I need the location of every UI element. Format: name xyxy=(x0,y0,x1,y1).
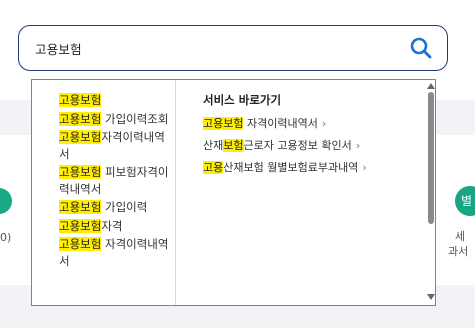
chevron-right-icon: › xyxy=(355,139,361,152)
service-shortcuts: 서비스 바로가기 고용보험 자격이력내역서 › 산재보험근로자 고용정보 확인서 ›… xyxy=(203,92,418,182)
service-icon-text: 별 xyxy=(461,194,473,208)
suggestion-highlight: 고용보험 xyxy=(59,237,102,251)
suggestion-highlight: 고용보험 xyxy=(59,93,102,107)
dropdown-scrollbar[interactable] xyxy=(426,80,435,305)
search-button[interactable] xyxy=(408,35,434,61)
service-label-right-2: 과서 xyxy=(448,245,469,258)
search-input-value[interactable]: 고용보험 xyxy=(35,39,82,58)
service-link-highlight: 보험 xyxy=(223,139,244,152)
service-link-prefix: 산재 xyxy=(203,139,224,152)
suggestion-item[interactable]: 고용보험 xyxy=(59,92,175,109)
service-shortcuts-title: 서비스 바로가기 xyxy=(203,93,282,107)
suggestion-text: 자격 xyxy=(101,218,123,233)
suggestion-list: 고용보험 고용보험 가입이력조회 고용보험자격이력내역서 고용보험 피보험자격이… xyxy=(32,80,176,305)
service-link-text: 자격이력내역서 xyxy=(243,117,318,130)
suggestion-item[interactable]: 고용보험 자격이력내역서 xyxy=(59,236,175,269)
chevron-right-icon: › xyxy=(362,161,367,174)
service-label-right-1: 세 xyxy=(455,230,466,243)
suggestion-item[interactable]: 고용보험 가입이력 xyxy=(59,199,175,216)
search-input[interactable]: 고용보험 xyxy=(18,25,448,71)
service-link-highlight: 고용보험 xyxy=(203,117,244,130)
suggestion-highlight: 고용보험 xyxy=(59,200,102,214)
chevron-right-icon: › xyxy=(321,117,327,130)
suggestion-highlight: 고용보험 xyxy=(59,218,102,233)
suggestion-highlight: 고용보험 xyxy=(59,111,102,126)
suggestion-text: 가입이력조회 xyxy=(101,111,169,126)
search-icon xyxy=(410,37,432,59)
service-link[interactable]: 산재보험근로자 고용정보 확인서 › xyxy=(203,138,418,153)
suggestion-item[interactable]: 고용보험자격이력내역서 xyxy=(59,129,175,162)
suggestion-item[interactable]: 고용보험 피보험자격이력내역서 xyxy=(59,164,175,197)
scroll-down-arrow-icon[interactable] xyxy=(427,293,435,301)
service-link[interactable]: 고용보험 자격이력내역서 › xyxy=(203,116,418,131)
suggestion-item[interactable]: 고용보험 가입이력조회 xyxy=(59,111,175,128)
scrollbar-thumb[interactable] xyxy=(428,92,434,224)
service-link-highlight: 고용 xyxy=(203,161,224,174)
suggestion-item[interactable]: 고용보험자격 xyxy=(59,218,175,235)
scroll-up-arrow-icon[interactable] xyxy=(427,82,435,90)
service-link-text: 산재보험 월별보험료부과내역 xyxy=(223,161,359,174)
service-link[interactable]: 고용산재보험 월별보험료부과내역 › xyxy=(203,160,418,175)
suggestion-highlight: 고용보험 xyxy=(59,165,102,179)
autocomplete-dropdown: 고용보험 고용보험 가입이력조회 고용보험자격이력내역서 고용보험 피보험자격이… xyxy=(31,79,436,306)
service-link-text: 근로자 고용정보 확인서 xyxy=(243,139,352,152)
suggestion-highlight: 고용보험 xyxy=(59,130,102,144)
suggestion-text: 가입이력 xyxy=(101,200,148,214)
service-label-left: 0) xyxy=(0,231,12,244)
